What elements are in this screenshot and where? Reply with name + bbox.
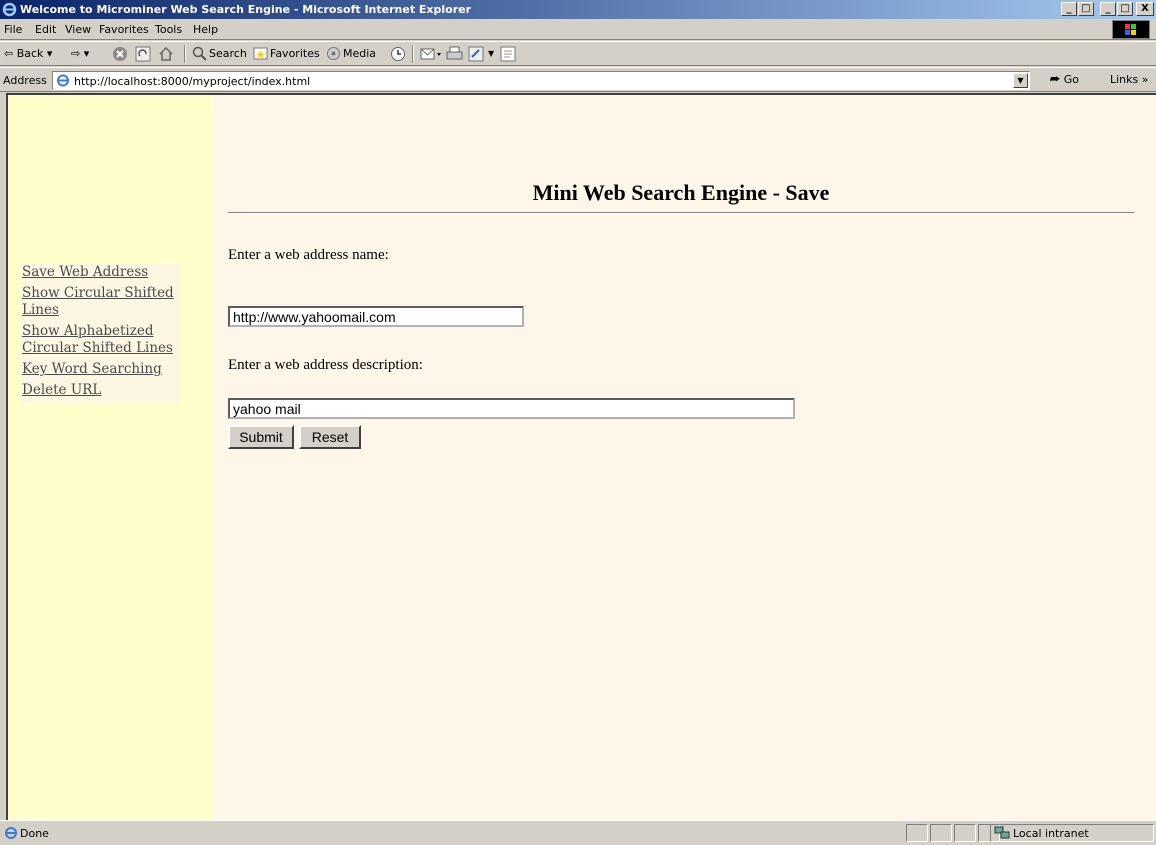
menu-bar: File Edit View Favorites Tools Help xyxy=(0,19,1156,40)
toolbar: ⇦ Back ▾ ⇨ ▾ Search Favorites Media ▼ xyxy=(0,41,1156,66)
address-dropdown-icon[interactable]: ▼ xyxy=(1013,73,1028,88)
status-pane xyxy=(930,824,952,842)
menu-edit[interactable]: Edit xyxy=(35,23,56,36)
go-label: Go xyxy=(1063,73,1080,86)
media-icon xyxy=(327,47,340,60)
description-label: Enter a web address description: xyxy=(228,357,423,373)
title-bar: Welcome to Microminer Web Search Engine … xyxy=(0,0,1156,19)
status-pane xyxy=(954,824,976,842)
links-button[interactable]: Links » xyxy=(1110,73,1148,86)
ie-logo-icon xyxy=(2,2,17,17)
web-address-name-input[interactable]: http://www.yahoomail.com xyxy=(228,306,524,327)
back-button[interactable]: ⇦ Back ▾ xyxy=(4,47,52,60)
zone-pane: Local intranet xyxy=(990,824,1154,842)
sidebar-nav: Save Web Address Show Circular Shifted L… xyxy=(22,264,180,403)
favorites-button[interactable]: Favorites xyxy=(270,47,320,60)
status-bar: Done Local intranet xyxy=(0,820,1156,845)
page-title: Mini Web Search Engine - Save xyxy=(532,180,830,205)
status-pane xyxy=(906,824,928,842)
search-button[interactable]: Search xyxy=(209,47,247,60)
nav-delete-url[interactable]: Delete URL xyxy=(22,382,180,399)
menu-favorites[interactable]: Favorites xyxy=(99,23,149,36)
name-label: Enter a web address name: xyxy=(228,247,389,263)
menu-file[interactable]: File xyxy=(4,23,22,36)
ie-page-icon xyxy=(5,827,17,839)
nav-key-word-searching[interactable]: Key Word Searching xyxy=(22,361,180,378)
nav-show-alphabetized-circular-shifted-lines[interactable]: Show Alphabetized Circular Shifted Lines xyxy=(22,323,180,357)
nav-save-web-address[interactable]: Save Web Address xyxy=(22,264,180,281)
mail-icon[interactable] xyxy=(420,46,442,62)
refresh-icon[interactable] xyxy=(135,46,151,62)
search-icon xyxy=(192,46,207,61)
stop-icon[interactable] xyxy=(112,46,128,62)
address-input[interactable]: http://localhost:8000/myproject/index.ht… xyxy=(52,71,1030,90)
divider xyxy=(228,212,1134,214)
page-content: Save Web Address Show Circular Shifted L… xyxy=(6,93,1156,820)
edit-icon[interactable] xyxy=(468,46,484,62)
address-label: Address xyxy=(3,74,47,87)
home-icon[interactable] xyxy=(158,46,174,62)
zone-label: Local intranet xyxy=(1013,827,1089,840)
maximize-button[interactable]: □ xyxy=(1117,2,1133,16)
submit-button[interactable]: Submit xyxy=(228,425,294,449)
print-icon[interactable] xyxy=(446,46,463,62)
go-arrow-icon: ⮫ xyxy=(1050,73,1061,86)
minimize-button[interactable]: _ xyxy=(1100,2,1116,16)
menu-help[interactable]: Help xyxy=(193,23,218,36)
discuss-icon[interactable] xyxy=(500,46,516,62)
restore-icon[interactable]: □ xyxy=(1078,2,1094,16)
menu-view[interactable]: View xyxy=(65,23,91,36)
forward-button[interactable]: ⇨ ▾ xyxy=(71,47,89,60)
menu-tools[interactable]: Tools xyxy=(155,23,182,36)
intranet-icon xyxy=(994,826,1010,839)
address-url: http://localhost:8000/myproject/index.ht… xyxy=(74,75,311,88)
page-icon xyxy=(57,74,69,87)
history-icon[interactable] xyxy=(390,46,406,62)
address-bar: Address http://localhost:8000/myproject/… xyxy=(0,67,1156,92)
edit-dropdown-icon[interactable]: ▼ xyxy=(488,49,494,58)
status-text: Done xyxy=(20,827,49,840)
go-button[interactable]: ⮫ Go xyxy=(1050,73,1079,87)
favorites-icon xyxy=(253,47,268,60)
close-button[interactable]: X xyxy=(1136,2,1154,16)
window-title: Welcome to Microminer Web Search Engine … xyxy=(20,3,472,16)
reset-button[interactable]: Reset xyxy=(299,425,361,449)
web-address-description-input[interactable]: yahoo mail xyxy=(228,398,795,419)
minimize-icon[interactable]: _ xyxy=(1061,2,1077,16)
media-button[interactable]: Media xyxy=(343,47,376,60)
windows-flag-icon xyxy=(1112,20,1150,39)
sidebar: Save Web Address Show Circular Shifted L… xyxy=(8,95,214,820)
nav-show-circular-shifted-lines[interactable]: Show Circular Shifted Lines xyxy=(22,285,180,319)
